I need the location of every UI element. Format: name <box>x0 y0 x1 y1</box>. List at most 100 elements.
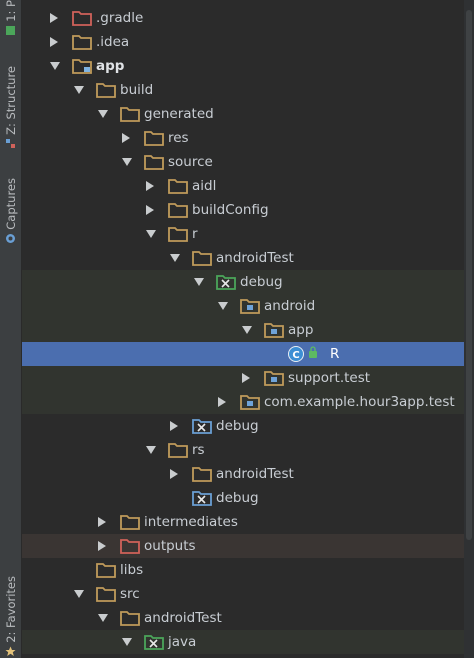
folder-icon <box>168 203 188 218</box>
chevron-down-icon[interactable] <box>50 62 60 70</box>
tree-row-label: rs <box>192 442 205 458</box>
sidebar-tab-label: 2: Favorites <box>3 576 18 643</box>
tree-row-label: androidTest <box>216 250 294 266</box>
chevron-down-icon[interactable] <box>194 278 204 286</box>
chevron-right-icon[interactable] <box>50 13 58 23</box>
tree-row-label: src <box>120 586 140 602</box>
sidebar-tab-label: Z: Structure <box>3 66 18 135</box>
source-folder-icon <box>192 419 212 434</box>
sidebar-tab-label: Captures <box>3 178 18 230</box>
tree-row-label: aidl <box>192 178 217 194</box>
folder-excluded-icon <box>120 539 140 554</box>
chevron-right-icon[interactable] <box>146 205 154 215</box>
chevron-right-icon[interactable] <box>170 421 178 431</box>
folder-icon <box>168 179 188 194</box>
tree-row[interactable]: source <box>22 150 464 174</box>
tree-row[interactable]: build <box>22 78 464 102</box>
tree-row[interactable]: .idea <box>22 30 464 54</box>
folder-icon <box>96 83 116 98</box>
tree-row[interactable]: CR <box>22 342 464 366</box>
chevron-down-icon[interactable] <box>98 110 108 118</box>
package-icon <box>264 323 284 338</box>
tree-row[interactable]: res <box>22 126 464 150</box>
chevron-right-icon[interactable] <box>242 373 250 383</box>
chevron-down-icon[interactable] <box>122 638 132 646</box>
folder-icon <box>120 611 140 626</box>
tree-row[interactable]: r <box>22 222 464 246</box>
folder-icon <box>96 587 116 602</box>
folder-icon <box>144 131 164 146</box>
tree-row-label: R <box>330 346 340 362</box>
chevron-right-icon[interactable] <box>170 469 178 479</box>
tree-row[interactable]: src <box>22 582 464 606</box>
tree-row-label: outputs <box>144 538 196 554</box>
tree-row[interactable]: .gradle <box>22 6 464 30</box>
sidebar-tab-structure[interactable]: Z: Structure <box>0 66 21 149</box>
sidebar-tab-project[interactable]: 1: P <box>0 0 21 36</box>
module-folder-icon <box>72 59 92 74</box>
tree-row-label: java <box>168 634 197 650</box>
tree-row[interactable]: app <box>22 318 464 342</box>
tree-row-label: androidTest <box>144 610 222 626</box>
tree-row[interactable]: androidTest <box>22 462 464 486</box>
chevron-right-icon[interactable] <box>146 181 154 191</box>
tree-row[interactable]: androidTest <box>22 606 464 630</box>
tree-row-label: .gradle <box>96 10 144 26</box>
sidebar-tab-label: 1: P <box>3 0 18 22</box>
source-folder-icon <box>192 491 212 506</box>
tree-row[interactable]: android <box>22 294 464 318</box>
tree-row[interactable]: androidTest <box>22 246 464 270</box>
tree-row-label: res <box>168 130 189 146</box>
folder-icon <box>96 563 116 578</box>
tree-row[interactable]: buildConfig <box>22 198 464 222</box>
tree-row-label: build <box>120 82 154 98</box>
chevron-right-icon[interactable] <box>122 133 130 143</box>
tree-row-label: com.example.hour3app.test <box>264 394 455 410</box>
tree-row[interactable]: app <box>22 54 464 78</box>
tree-row-label: app <box>96 58 125 74</box>
folder-icon <box>192 251 212 266</box>
tree-row[interactable]: rs <box>22 438 464 462</box>
chevron-right-icon[interactable] <box>50 37 58 47</box>
chevron-down-icon[interactable] <box>146 230 156 238</box>
tree-row-label: buildConfig <box>192 202 269 218</box>
tree-row[interactable]: intermediates <box>22 510 464 534</box>
tree-row[interactable]: java <box>22 630 464 654</box>
tree-row[interactable]: debug <box>22 486 464 510</box>
tree-row[interactable]: debug <box>22 414 464 438</box>
chevron-down-icon[interactable] <box>218 302 228 310</box>
folder-icon <box>72 35 92 50</box>
chevron-right-icon[interactable] <box>98 517 106 527</box>
tool-window-strip: 1: P Z: Structure Captures 2: Favorites <box>0 0 22 658</box>
test-source-folder-icon <box>144 635 164 650</box>
scrollbar-thumb[interactable] <box>466 10 472 540</box>
test-source-folder-icon <box>216 275 236 290</box>
chevron-down-icon[interactable] <box>74 590 84 598</box>
chevron-down-icon[interactable] <box>98 614 108 622</box>
tree-row[interactable]: aidl <box>22 174 464 198</box>
chevron-right-icon[interactable] <box>218 397 226 407</box>
chevron-down-icon[interactable] <box>122 158 132 166</box>
tree-row-label: app <box>288 322 314 338</box>
chevron-down-icon[interactable] <box>74 86 84 94</box>
chevron-right-icon[interactable] <box>98 541 106 551</box>
sidebar-tab-favorites[interactable]: 2: Favorites <box>0 576 21 657</box>
tree-row[interactable]: debug <box>22 270 464 294</box>
folder-icon <box>168 227 188 242</box>
sidebar-tab-captures[interactable]: Captures <box>0 178 21 244</box>
tree-row[interactable]: support.test <box>22 366 464 390</box>
project-tree[interactable]: .gradle .idea app build generated res source ai… <box>22 0 464 658</box>
chevron-down-icon[interactable] <box>146 446 156 454</box>
folder-icon <box>168 443 188 458</box>
chevron-down-icon[interactable] <box>242 326 252 334</box>
svg-text:C: C <box>292 350 299 361</box>
package-icon <box>240 395 260 410</box>
tree-row[interactable]: outputs <box>22 534 464 558</box>
tree-row[interactable]: generated <box>22 102 464 126</box>
vertical-scrollbar[interactable] <box>464 0 474 658</box>
tree-row[interactable]: com.example.hour3app.test <box>22 390 464 414</box>
tree-row-label: debug <box>240 274 283 290</box>
chevron-down-icon[interactable] <box>170 254 180 262</box>
package-icon <box>264 371 284 386</box>
tree-row[interactable]: libs <box>22 558 464 582</box>
